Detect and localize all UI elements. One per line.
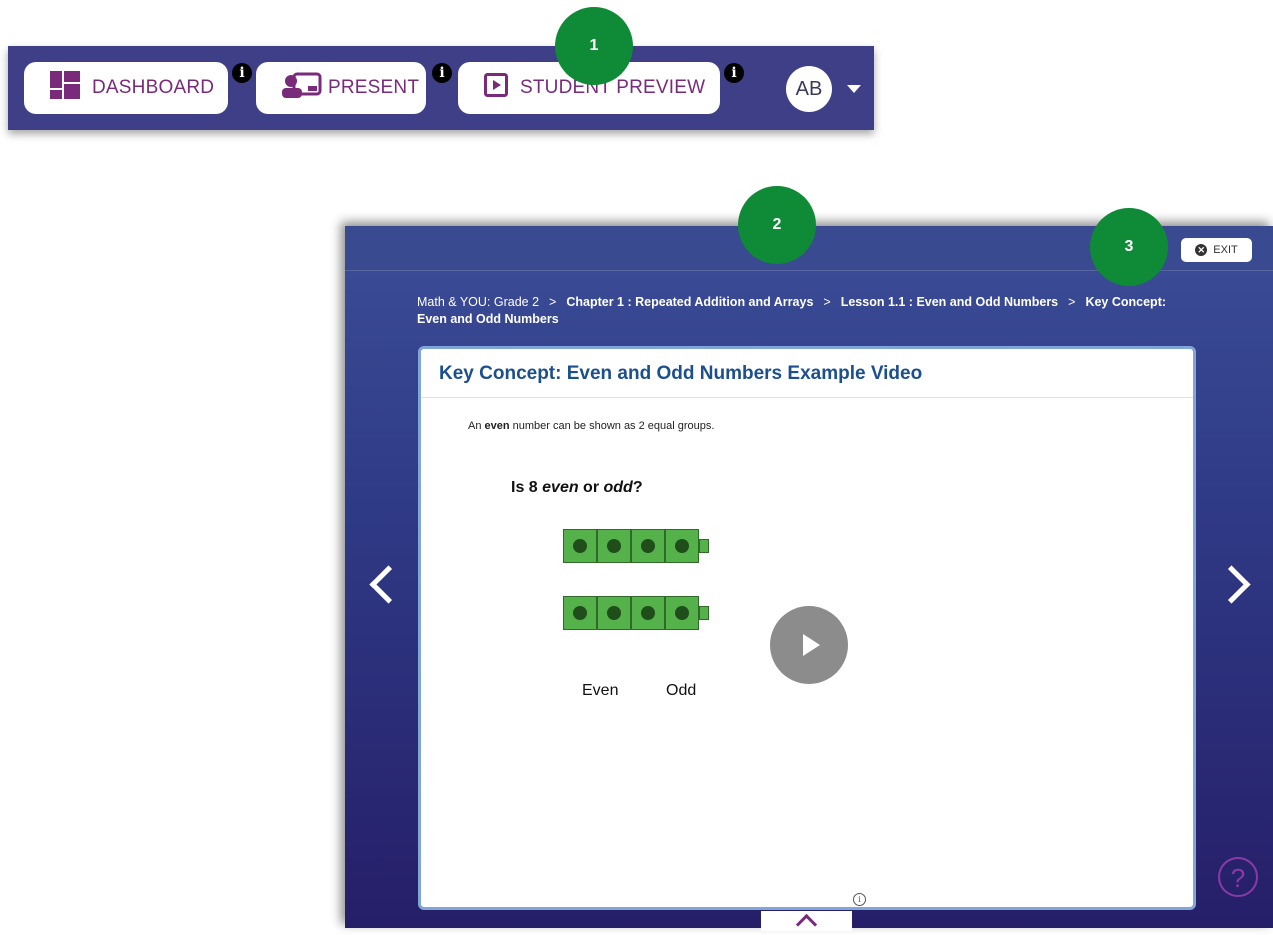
dashboard-info-icon[interactable]: i (232, 63, 252, 83)
cube (631, 529, 665, 563)
breadcrumb: Math & YOU: Grade 2 > Chapter 1 : Repeated… (417, 294, 1197, 328)
present-label: PRESENT (328, 77, 420, 98)
student-preview-window: ✕ EXIT Math & YOU: Grade 2 > Chapter 1 : R… (345, 226, 1273, 935)
dashboard-button[interactable]: DASHBOARD (24, 62, 228, 114)
exit-label: EXIT (1213, 244, 1238, 256)
play-square-icon (484, 73, 508, 103)
breadcrumb-separator: > (549, 295, 557, 309)
callout-marker-2: 2 (738, 186, 816, 264)
expand-panel-tab[interactable] (761, 911, 852, 935)
cube (665, 529, 699, 563)
question-text: ? (632, 479, 643, 496)
card-divider (421, 397, 1193, 398)
cube (563, 529, 597, 563)
dashboard-icon (50, 71, 80, 105)
question-text: Is 8 (511, 479, 543, 496)
card-title: Key Concept: Even and Odd Numbers Exampl… (439, 363, 923, 384)
breadcrumb-separator: > (823, 295, 831, 309)
question-even: even (542, 479, 579, 496)
student-preview-label: STUDENT PREVIEW (520, 77, 706, 98)
video-question: Is 8 even or odd? (511, 479, 643, 497)
label-even: Even (582, 682, 619, 699)
cube-nub (699, 606, 709, 620)
play-icon (803, 634, 820, 656)
dashboard-label: DASHBOARD (92, 77, 215, 98)
cube (597, 529, 631, 563)
breadcrumb-lesson[interactable]: Lesson 1.1 : Even and Odd Numbers (841, 295, 1058, 309)
cube (665, 596, 699, 630)
cube (597, 596, 631, 630)
user-avatar[interactable]: AB (786, 66, 832, 112)
cube-nub (699, 539, 709, 553)
breadcrumb-chapter[interactable]: Chapter 1 : Repeated Addition and Arrays (566, 295, 813, 309)
question-odd: odd (603, 479, 633, 496)
student-preview-info-icon[interactable]: i (724, 63, 744, 83)
cube (563, 596, 597, 630)
breadcrumb-grade[interactable]: Math & YOU: Grade 2 (417, 295, 539, 309)
cube (631, 596, 665, 630)
present-info-icon[interactable]: i (432, 63, 452, 83)
present-button[interactable]: PRESENT (256, 62, 426, 114)
content-card: Key Concept: Even and Odd Numbers Exampl… (418, 346, 1196, 910)
chevron-up-icon (795, 913, 818, 935)
chevron-down-icon[interactable] (847, 85, 861, 93)
cube-row-top (563, 529, 709, 563)
label-odd: Odd (666, 682, 697, 699)
play-button[interactable] (770, 606, 848, 684)
previous-arrow-icon[interactable] (369, 565, 408, 604)
panel-info-icon[interactable]: i (853, 893, 866, 906)
video-player[interactable]: Is 8 even or odd? Even Odd (421, 399, 1193, 899)
question-text: or (578, 479, 604, 496)
callout-marker-3: 3 (1090, 208, 1168, 286)
next-arrow-icon[interactable] (1212, 565, 1251, 604)
top-nav-bar: DASHBOARD i PRESENT i STUDENT PREVIEW i … (8, 46, 874, 130)
exit-button[interactable]: ✕ EXIT (1181, 238, 1252, 262)
present-icon (282, 72, 322, 104)
cube-row-bottom (563, 596, 709, 630)
close-icon: ✕ (1195, 244, 1208, 256)
help-button[interactable]: ? (1218, 857, 1258, 897)
callout-marker-1: 1 (555, 7, 633, 85)
breadcrumb-separator: > (1068, 295, 1076, 309)
